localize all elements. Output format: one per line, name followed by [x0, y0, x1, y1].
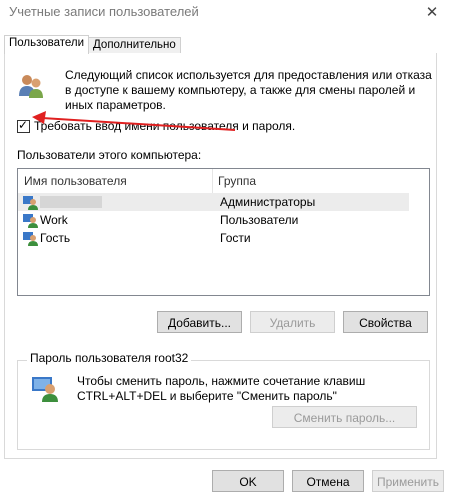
require-login-checkbox[interactable] [17, 118, 30, 133]
column-separator [212, 169, 213, 193]
user-icon [23, 196, 38, 210]
apply-button[interactable]: Применить [372, 470, 444, 492]
ok-button[interactable]: OK [212, 470, 284, 492]
password-group-label: Пароль пользователя root32 [27, 351, 192, 365]
window-title: Учетные записи пользователей [9, 4, 199, 19]
user-name: Гость [40, 231, 71, 245]
user-group: Администраторы [220, 195, 316, 209]
tab-advanced[interactable]: Дополнительно [88, 37, 181, 54]
column-header-username[interactable]: Имя пользователя [24, 169, 127, 193]
user-group: Пользователи [220, 213, 299, 227]
users-list[interactable]: Имя пользователя Группа Администраторы W… [17, 168, 430, 296]
column-header-group[interactable]: Группа [218, 169, 256, 193]
table-row[interactable]: Гость Гости [18, 229, 409, 247]
cancel-button[interactable]: Отмена [292, 470, 364, 492]
change-password-button[interactable]: Сменить пароль... [272, 406, 417, 428]
tab-users[interactable]: Пользователи [4, 35, 90, 54]
users-icon [19, 75, 43, 98]
user-name: Work [40, 213, 68, 227]
user-group: Гости [220, 231, 251, 245]
close-icon[interactable]: ✕ [424, 3, 440, 21]
user-icon [23, 214, 38, 228]
properties-button[interactable]: Свойства [343, 311, 428, 333]
password-instructions: Чтобы сменить пароль, нажмите сочетание … [77, 374, 366, 403]
annotation-arrow [32, 111, 236, 131]
add-user-button[interactable]: Добавить... [157, 311, 242, 333]
password-user-icon [32, 377, 58, 402]
table-row[interactable]: Администраторы [18, 193, 409, 211]
table-row[interactable]: Work Пользователи [18, 211, 409, 229]
redacted-username [40, 196, 102, 208]
users-section-label: Пользователи этого компьютера: [17, 148, 202, 162]
user-icon [23, 232, 38, 246]
remove-user-button[interactable]: Удалить [250, 311, 335, 333]
